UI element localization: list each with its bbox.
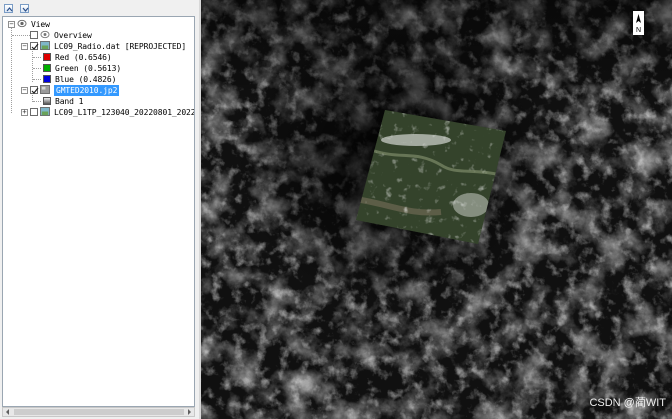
tree-node-band-green[interactable]: Green (0.5613): [3, 63, 193, 74]
tree-node-view[interactable]: − View: [3, 19, 193, 30]
tree-node-layer-gmted[interactable]: − GMTED2010.jp2: [3, 85, 193, 96]
band-1-label: Band 1: [55, 97, 84, 106]
horizontal-scrollbar[interactable]: [2, 407, 195, 417]
layer-radio-label: LC09_Radio.dat [REPROJECTED]: [54, 42, 187, 51]
map-view[interactable]: N CSDN @蔺WIT: [201, 0, 672, 419]
expand-toggle[interactable]: +: [21, 109, 28, 116]
checkmark-icon: [31, 87, 39, 94]
overview-label: Overview: [54, 31, 92, 40]
layer-gmted-checkbox[interactable]: [30, 86, 39, 94]
layer-tree[interactable]: − View Overview − LC09_Radio.dat [REPROJ…: [2, 16, 195, 407]
blue-band-swatch-icon: [43, 75, 51, 83]
band-blue-label: Blue (0.4826): [55, 75, 117, 84]
tree-node-layer-radio[interactable]: − LC09_Radio.dat [REPROJECTED]: [3, 41, 193, 52]
scroll-right-button[interactable]: [184, 408, 194, 416]
band-red-label: Red (0.6546): [55, 53, 112, 62]
grayscale-layer-icon: [40, 85, 50, 94]
watermark: CSDN @蔺WIT: [589, 397, 666, 409]
tree-connector: [33, 79, 41, 80]
gray-band-swatch-icon: [43, 97, 51, 105]
collapse-all-button[interactable]: [4, 4, 13, 13]
north-label: N: [636, 27, 641, 34]
tree-connector: [33, 101, 41, 102]
tree-node-layer-l1tp[interactable]: + LC09_L1TP_123040_20220801_20220801_: [3, 107, 195, 118]
expand-all-button[interactable]: [20, 4, 29, 13]
collapse-toggle[interactable]: −: [21, 43, 28, 50]
layer-radio-checkbox[interactable]: [30, 42, 39, 50]
layer-gmted-label: GMTED2010.jp2: [54, 85, 120, 96]
elevation-raster-image: [201, 0, 672, 419]
left-arrow-icon: [6, 409, 9, 415]
expand-down-icon: [22, 7, 29, 12]
view-label: View: [31, 20, 50, 29]
north-arrow-icon: N: [633, 11, 644, 35]
green-band-swatch-icon: [43, 64, 51, 72]
tree-node-band-blue[interactable]: Blue (0.4826): [3, 74, 193, 85]
tree-node-overview[interactable]: Overview: [3, 30, 193, 41]
tree-connector: [33, 57, 41, 58]
tree-node-band-1[interactable]: Band 1: [3, 96, 193, 107]
scrollbar-thumb[interactable]: [14, 409, 184, 415]
layer-l1tp-label: LC09_L1TP_123040_20220801_20220801_: [54, 108, 195, 117]
band-green-label: Green (0.5613): [55, 64, 122, 73]
overview-icon: [40, 30, 50, 39]
layer-toolbar: [0, 0, 199, 16]
view-icon: [17, 19, 27, 28]
scroll-left-button[interactable]: [3, 408, 13, 416]
layer-manager-pane: − View Overview − LC09_Radio.dat [REPROJ…: [0, 0, 199, 419]
layer-l1tp-checkbox[interactable]: [30, 108, 38, 116]
collapse-toggle[interactable]: −: [8, 21, 15, 28]
collapse-toggle[interactable]: −: [21, 87, 28, 94]
tree-connector: [33, 68, 41, 69]
checkmark-icon: [31, 43, 39, 50]
raster-layer-icon: [40, 41, 50, 50]
right-arrow-icon: [188, 409, 191, 415]
raster-layer-icon: [40, 107, 50, 116]
overview-checkbox[interactable]: [30, 31, 38, 39]
red-band-swatch-icon: [43, 53, 51, 61]
tree-connector: [12, 35, 30, 36]
tree-node-band-red[interactable]: Red (0.6546): [3, 52, 193, 63]
collapse-up-icon: [6, 7, 13, 12]
